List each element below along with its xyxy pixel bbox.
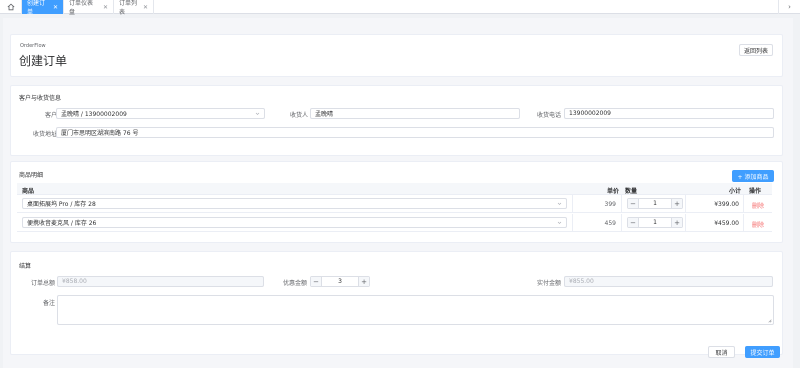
cancel-button[interactable]: 取消 [708, 346, 735, 358]
unit-price: 459 [604, 220, 616, 227]
section-title: 客户与收货信息 [19, 95, 62, 102]
column-product: 商品 [22, 188, 35, 195]
paid-value: ¥855.00 [569, 278, 594, 285]
recipient-label: 收货人 [289, 112, 308, 119]
table-header: 商品 单价 数量 小计 操作 [17, 183, 772, 195]
quantity-value[interactable]: 1 [638, 199, 672, 208]
delete-button[interactable]: 删除 [752, 220, 764, 229]
phone-value: 13900002009 [569, 110, 611, 117]
minus-icon[interactable]: − [628, 199, 638, 208]
section-title: 商品明细 [19, 172, 44, 179]
customer-card: 客户与收货信息 客户 孟晚晴 / 13900002009 收货人 孟晚晴 收货电… [10, 85, 783, 156]
delete-button[interactable]: 删除 [752, 201, 764, 210]
submit-order-button[interactable]: 提交订单 [745, 346, 780, 358]
column-subtotal: 小计 [729, 188, 742, 195]
tab-create-order[interactable]: 创建订单 ✕ [22, 0, 64, 16]
close-icon[interactable]: ✕ [143, 4, 148, 11]
phone-input[interactable]: 13900002009 [564, 108, 774, 119]
recipient-value: 孟晚晴 [315, 111, 334, 118]
header-card: OrderFlow 创建订单 返回列表 [10, 34, 783, 77]
column-action: 操作 [749, 188, 762, 195]
customer-value: 孟晚晴 / 13900002009 [61, 111, 127, 118]
remark-label: 备注 [42, 300, 55, 307]
recipient-input[interactable]: 孟晚晴 [310, 108, 520, 119]
add-product-button[interactable]: + 添加商品 [732, 170, 774, 182]
tab-order-dashboard[interactable]: 订单仪表盘 ✕ [64, 0, 114, 16]
paid-label: 实付金额 [536, 280, 561, 287]
settlement-card: 结算 订单总额 ¥858.00 优惠金额 − 3 + 实付金额 ¥855.00 … [10, 251, 783, 355]
subtotal: ¥459.00 [714, 220, 739, 227]
chevron-right-icon[interactable]: › [778, 0, 800, 14]
product-select[interactable]: 桌面拓展坞 Pro / 库存 28 [22, 198, 567, 209]
resize-handle-icon[interactable] [768, 319, 772, 323]
unit-price: 399 [604, 201, 616, 208]
address-input[interactable]: 厦门市思明区湖滨南路 76 号 [56, 127, 774, 138]
home-icon[interactable] [0, 0, 22, 14]
tab-bar: 创建订单 ✕ 订单仪表盘 ✕ 订单列表 ✕ › [0, 0, 800, 16]
remark-textarea[interactable] [57, 295, 774, 325]
address-value: 厦门市思明区湖滨南路 76 号 [61, 130, 139, 137]
quantity-stepper[interactable]: − 1 + [627, 217, 683, 228]
chevron-down-icon [255, 112, 260, 115]
items-card: 商品明细 + 添加商品 商品 单价 数量 小计 操作 桌面拓展坞 Pro / 库… [10, 161, 783, 243]
chevron-down-icon [557, 221, 562, 224]
close-icon[interactable]: ✕ [53, 4, 58, 11]
customer-select[interactable]: 孟晚晴 / 13900002009 [56, 108, 265, 119]
quantity-stepper[interactable]: − 1 + [627, 198, 683, 209]
paid-input: ¥855.00 [564, 276, 773, 287]
product-value: 便携收音麦克风 / 库存 26 [27, 220, 97, 227]
phone-label: 收货电话 [536, 112, 561, 119]
tab-label: 订单列表 [119, 0, 138, 16]
total-label: 订单总额 [30, 280, 55, 287]
section-title: 结算 [19, 263, 32, 270]
plus-icon[interactable]: + [359, 277, 369, 286]
tab-order-list[interactable]: 订单列表 ✕ [114, 0, 154, 16]
address-label: 收货地址 [32, 131, 57, 138]
minus-icon[interactable]: − [628, 218, 638, 227]
back-to-list-button[interactable]: 返回列表 [739, 44, 773, 56]
main-content: OrderFlow 创建订单 返回列表 客户与收货信息 客户 孟晚晴 / 139… [3, 18, 793, 368]
plus-icon[interactable]: + [672, 199, 682, 208]
discount-value[interactable]: 3 [321, 277, 359, 286]
customer-label: 客户 [44, 112, 57, 119]
app-name: OrderFlow [20, 43, 46, 49]
product-select[interactable]: 便携收音麦克风 / 库存 26 [22, 217, 567, 228]
tab-label: 创建订单 [27, 0, 46, 16]
minus-icon[interactable]: − [311, 277, 321, 286]
tab-label: 订单仪表盘 [69, 0, 94, 16]
table-row: 便携收音麦克风 / 库存 26 459 − 1 + ¥459.00 删除 [17, 214, 772, 232]
discount-stepper[interactable]: − 3 + [310, 276, 370, 287]
total-value: ¥858.00 [62, 278, 87, 285]
discount-label: 优惠金额 [282, 280, 307, 287]
close-icon[interactable]: ✕ [103, 4, 108, 11]
column-price: 单价 [607, 188, 620, 195]
total-input: ¥858.00 [57, 276, 264, 287]
quantity-value[interactable]: 1 [638, 218, 672, 227]
column-qty: 数量 [625, 188, 638, 195]
plus-icon[interactable]: + [672, 218, 682, 227]
product-value: 桌面拓展坞 Pro / 库存 28 [27, 201, 96, 208]
page-title: 创建订单 [19, 54, 68, 68]
table-row: 桌面拓展坞 Pro / 库存 28 399 − 1 + ¥399.00 删除 [17, 195, 772, 213]
chevron-down-icon [557, 202, 562, 205]
subtotal: ¥399.00 [714, 201, 739, 208]
